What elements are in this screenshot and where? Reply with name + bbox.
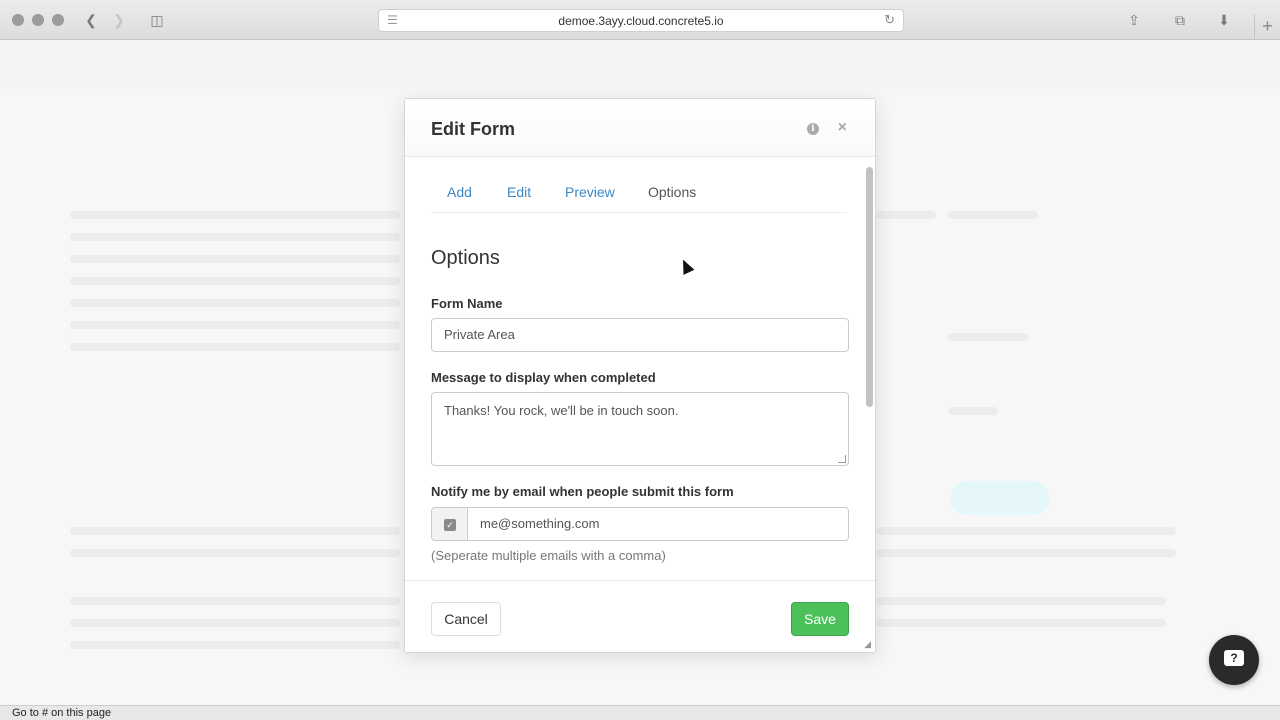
form-name-input[interactable]: Private Area: [431, 318, 849, 352]
info-icon[interactable]: i: [807, 123, 819, 135]
minimize-window-button[interactable]: [32, 14, 44, 26]
tab-edit[interactable]: Edit: [507, 184, 531, 200]
dialog-resize-icon[interactable]: ◢: [864, 639, 871, 650]
status-text: Go to # on this page: [12, 707, 112, 719]
dialog-footer: Cancel Save ◢: [405, 580, 875, 652]
notify-checkbox-addon: ✓: [431, 507, 468, 541]
close-icon[interactable]: ×: [838, 119, 847, 137]
cms-toolbar: [0, 41, 1280, 89]
browser-toolbar: ❮ ❯ ◫ ☰ demoe.3ayy.cloud.concrete5.io ↻ …: [0, 0, 1280, 40]
tabs-icon[interactable]: ⧉: [1170, 10, 1190, 30]
downloads-icon[interactable]: ⬇: [1214, 10, 1234, 30]
chat-icon: ?: [1224, 650, 1244, 666]
completion-message-text: Thanks! You rock, we'll be in touch soon…: [444, 403, 679, 418]
form-name-label: Form Name: [431, 296, 503, 311]
address-bar[interactable]: ☰ demoe.3ayy.cloud.concrete5.io ↻: [378, 9, 904, 32]
tab-bar: Add Edit Preview Options: [431, 157, 847, 213]
save-button[interactable]: Save: [791, 602, 849, 636]
back-icon[interactable]: ❮: [82, 10, 100, 30]
notify-help-text: (Seperate multiple emails with a comma): [431, 548, 666, 563]
sidebar-icon[interactable]: ◫: [146, 10, 168, 30]
dialog-title: Edit Form: [431, 119, 515, 139]
new-tab-icon[interactable]: +: [1254, 14, 1280, 40]
reload-icon[interactable]: ↻: [884, 12, 895, 28]
dialog-scrollbar[interactable]: [866, 167, 873, 407]
forward-icon[interactable]: ❯: [110, 10, 128, 30]
notify-checkbox[interactable]: ✓: [444, 519, 456, 531]
section-title: Options: [431, 247, 500, 269]
dialog-header: Edit Form i ×: [405, 99, 875, 157]
zoom-window-button[interactable]: [52, 14, 64, 26]
completion-message-label: Message to display when completed: [431, 370, 656, 385]
tab-preview[interactable]: Preview: [565, 184, 615, 200]
share-icon[interactable]: ⇪: [1124, 10, 1144, 30]
completion-message-textarea[interactable]: Thanks! You rock, we'll be in touch soon…: [431, 392, 849, 466]
edit-form-dialog: Edit Form i × Add Edit Preview Options O…: [404, 98, 876, 653]
notify-label: Notify me by email when people submit th…: [431, 484, 734, 499]
close-window-button[interactable]: [12, 14, 24, 26]
resize-handle-icon[interactable]: [838, 455, 846, 463]
dialog-body[interactable]: Add Edit Preview Options Options Form Na…: [405, 157, 875, 580]
tab-options[interactable]: Options: [648, 184, 696, 200]
url-text: demoe.3ayy.cloud.concrete5.io: [558, 14, 724, 28]
chat-button[interactable]: ?: [1209, 635, 1259, 685]
notify-email-input[interactable]: me@something.com: [467, 507, 849, 541]
status-bar: Go to # on this page: [0, 705, 1280, 720]
cancel-button[interactable]: Cancel: [431, 602, 501, 636]
notify-input-group: ✓ me@something.com: [431, 507, 849, 541]
tab-add[interactable]: Add: [447, 184, 472, 200]
